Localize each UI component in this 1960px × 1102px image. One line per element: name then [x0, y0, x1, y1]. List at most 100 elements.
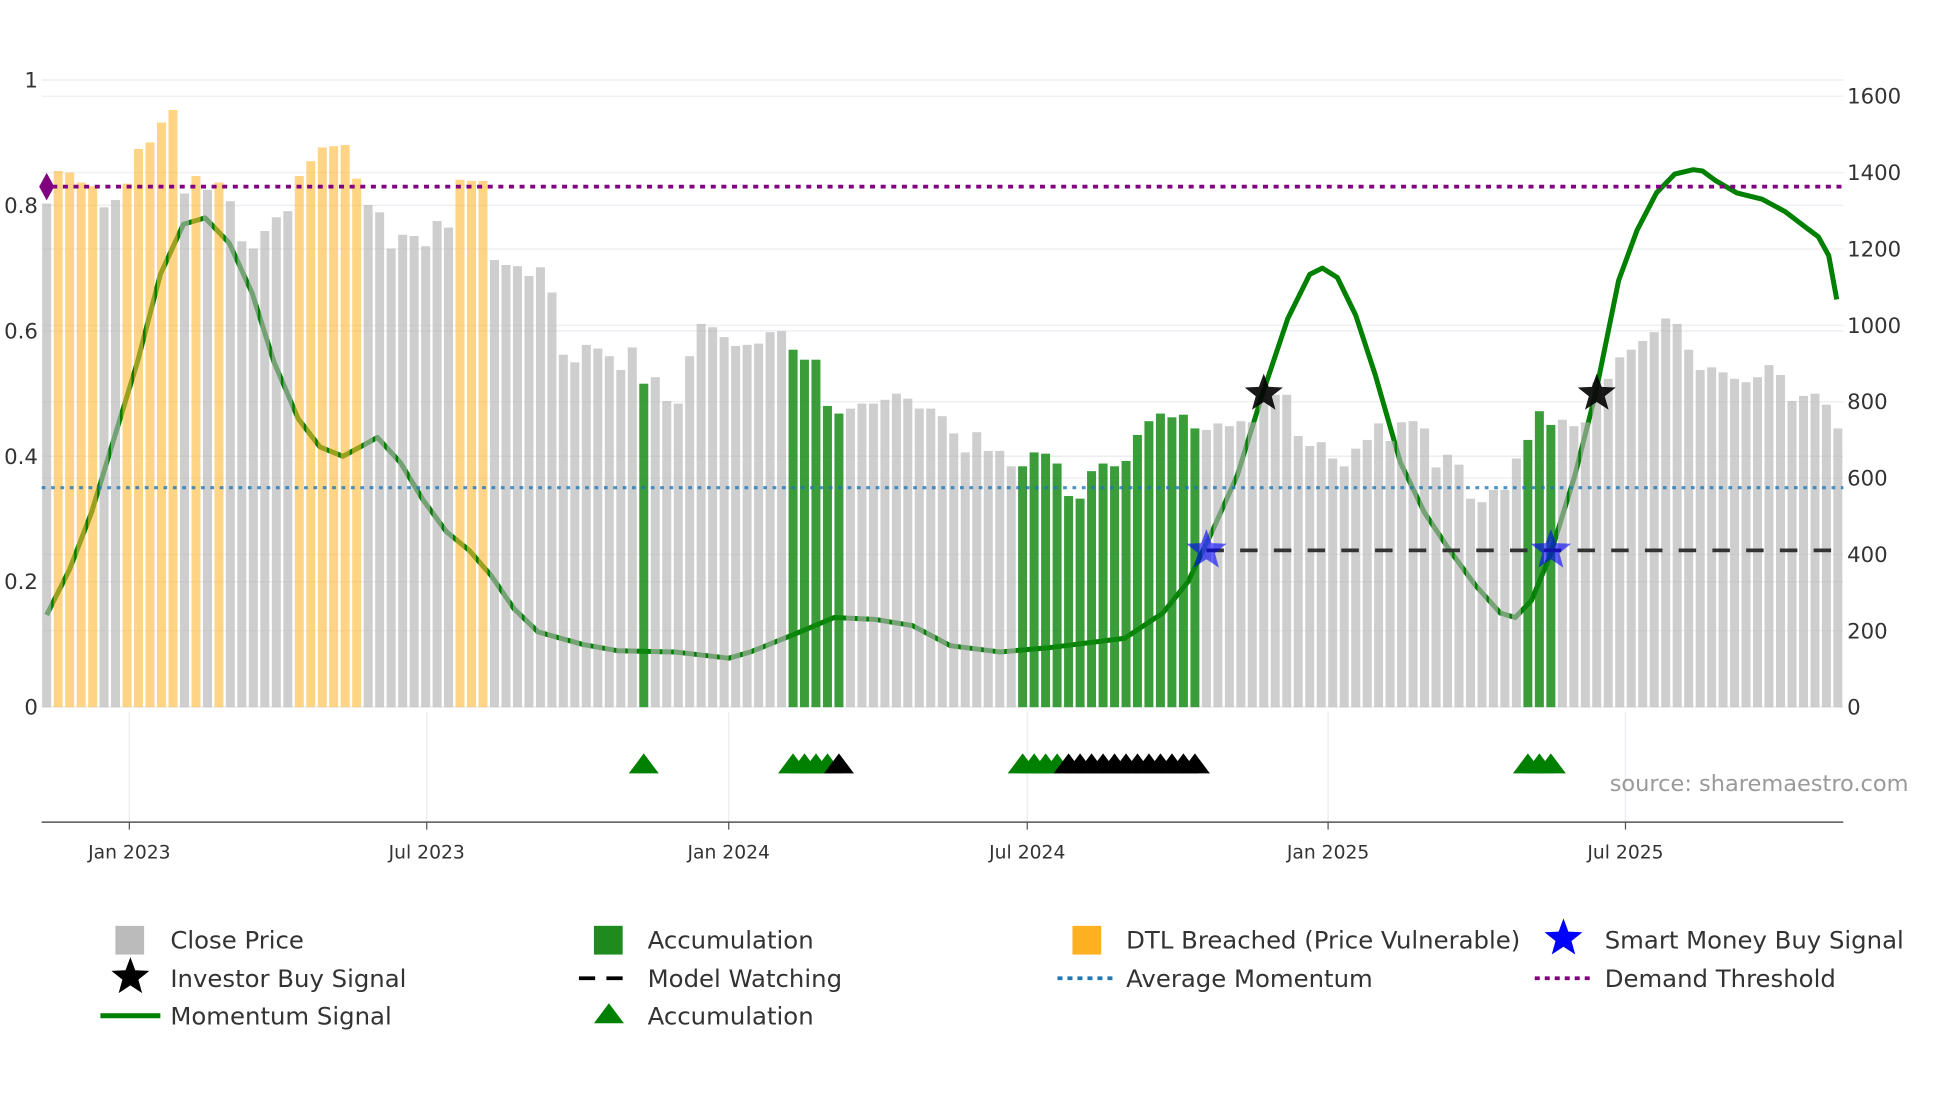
close-price-bar — [1374, 423, 1384, 708]
close-price-bar — [271, 217, 281, 708]
close-price-bar — [581, 344, 591, 708]
dtl-breached-bar — [317, 147, 327, 708]
close-price-bar — [914, 408, 924, 708]
close-price-bar — [1488, 489, 1498, 708]
legend-label: Accumulation — [648, 925, 814, 954]
close-price-bar — [903, 398, 913, 708]
accumulation-bar — [1110, 466, 1120, 708]
legend-item-average-momentum[interactable]: Average Momentum — [1057, 964, 1373, 993]
dtl-breached-bar — [455, 179, 465, 708]
left-tick-label: 0.8 — [4, 194, 38, 219]
close-price-bar — [1420, 428, 1430, 708]
close-price-bar — [1431, 467, 1441, 708]
close-price-bar — [995, 450, 1005, 708]
legend-item-close-price[interactable]: Close Price — [115, 925, 304, 955]
close-price-bar — [1305, 446, 1315, 708]
accumulation-bar — [799, 359, 809, 708]
accumulation-bar — [1155, 413, 1165, 708]
close-price-bar — [673, 403, 683, 708]
close-price-bar — [1638, 340, 1648, 708]
legend-item-accumulation-triangle[interactable]: Accumulation — [593, 1002, 814, 1031]
close-price-bar — [1500, 489, 1510, 708]
close-price-bar — [421, 246, 431, 708]
x-tick-label: Jan 2023 — [87, 842, 171, 863]
legend-item-smart-money[interactable]: Smart Money Buy Signal — [1544, 918, 1904, 955]
dtl-breached-bar — [156, 122, 166, 708]
right-tick-label: 1600 — [1847, 85, 1901, 110]
close-price-bar — [616, 369, 626, 708]
close-price-bar — [1511, 458, 1521, 708]
legend-item-demand-threshold[interactable]: Demand Threshold — [1534, 964, 1836, 993]
close-price-bar — [260, 231, 270, 708]
close-price-bar — [99, 207, 109, 708]
dtl-breached-bar — [53, 171, 63, 708]
dtl-breached-bar — [122, 183, 132, 708]
legend-item-investor[interactable]: Investor Buy Signal — [111, 957, 406, 994]
close-price-bar — [202, 189, 212, 708]
legend-item-momentum-signal[interactable]: Momentum Signal — [100, 1002, 392, 1031]
close-price-bar — [363, 205, 373, 708]
accumulation-bar — [1144, 421, 1154, 708]
close-price-bar — [627, 347, 637, 708]
close-price-bar — [1247, 422, 1257, 708]
legend-item-model-watching[interactable]: Model Watching — [578, 964, 842, 993]
close-price-bar — [1707, 367, 1717, 708]
close-price-bar — [1201, 429, 1211, 708]
close-price-bar — [1293, 436, 1303, 708]
left-tick-label: 0.4 — [4, 445, 38, 470]
legend-item-dtl-breached[interactable]: DTL Breached (Price Vulnerable) — [1072, 925, 1520, 955]
x-tick-label: Jan 2024 — [686, 842, 770, 863]
close-price-bar — [1006, 466, 1016, 708]
dtl-breached-bar — [76, 182, 86, 708]
close-price-bar — [880, 399, 890, 708]
dtl-breached-bar — [306, 161, 316, 708]
close-price-bar — [1776, 374, 1786, 708]
accumulation-triangles — [628, 753, 1566, 774]
close-price-bar — [765, 332, 775, 708]
dtl-breached-bar — [294, 176, 304, 708]
accumulation-bar — [1178, 414, 1188, 708]
close-price-swatch — [115, 925, 145, 955]
accumulation-swatch — [593, 925, 623, 955]
x-tick-label: Jul 2023 — [388, 842, 465, 863]
accumulation-bar — [1075, 498, 1085, 708]
accumulation-bar — [1064, 496, 1074, 708]
close-price-bar — [558, 354, 568, 708]
legend-item-accumulation[interactable]: Accumulation — [593, 925, 814, 955]
close-price-bar — [237, 241, 247, 708]
close-price-bar — [1603, 378, 1613, 708]
close-price-bar — [386, 248, 396, 708]
accumulation-bar — [1132, 434, 1142, 708]
close-price-bar — [179, 193, 189, 708]
close-price-bar — [1408, 421, 1418, 708]
close-price-bar — [1799, 395, 1808, 708]
close-price-bar — [248, 248, 258, 708]
right-tick-label: 800 — [1847, 390, 1888, 415]
close-price-bar — [593, 348, 603, 708]
legend-label: Model Watching — [648, 964, 842, 993]
close-price-bar — [1397, 422, 1407, 708]
right-tick-label: 200 — [1847, 619, 1888, 644]
close-price-bar — [719, 337, 729, 708]
close-price-bar — [868, 403, 878, 708]
right-tick-label: 400 — [1847, 543, 1888, 568]
close-price-bar — [891, 393, 901, 708]
close-price-bar — [489, 260, 499, 708]
accumulation-bar — [1018, 466, 1028, 708]
legend-label: DTL Breached (Price Vulnerable) — [1126, 925, 1520, 954]
close-price-bar — [857, 403, 867, 708]
accumulation-bar — [1052, 463, 1062, 708]
close-price-bar — [1672, 323, 1682, 708]
dtl-breached-bar — [145, 142, 155, 708]
close-price-bar — [1316, 442, 1326, 708]
close-price-bar — [926, 408, 936, 708]
black-star-icon — [111, 957, 150, 994]
close-price-bar — [604, 356, 614, 708]
close-price-bar — [685, 356, 695, 708]
legend-label: Smart Money Buy Signal — [1605, 925, 1904, 954]
close-price-bar — [1833, 428, 1843, 708]
dtl-breached-bar — [478, 180, 488, 708]
close-price-bar — [1764, 365, 1774, 708]
close-price-bar — [662, 400, 672, 708]
close-price-bar — [1730, 378, 1740, 708]
